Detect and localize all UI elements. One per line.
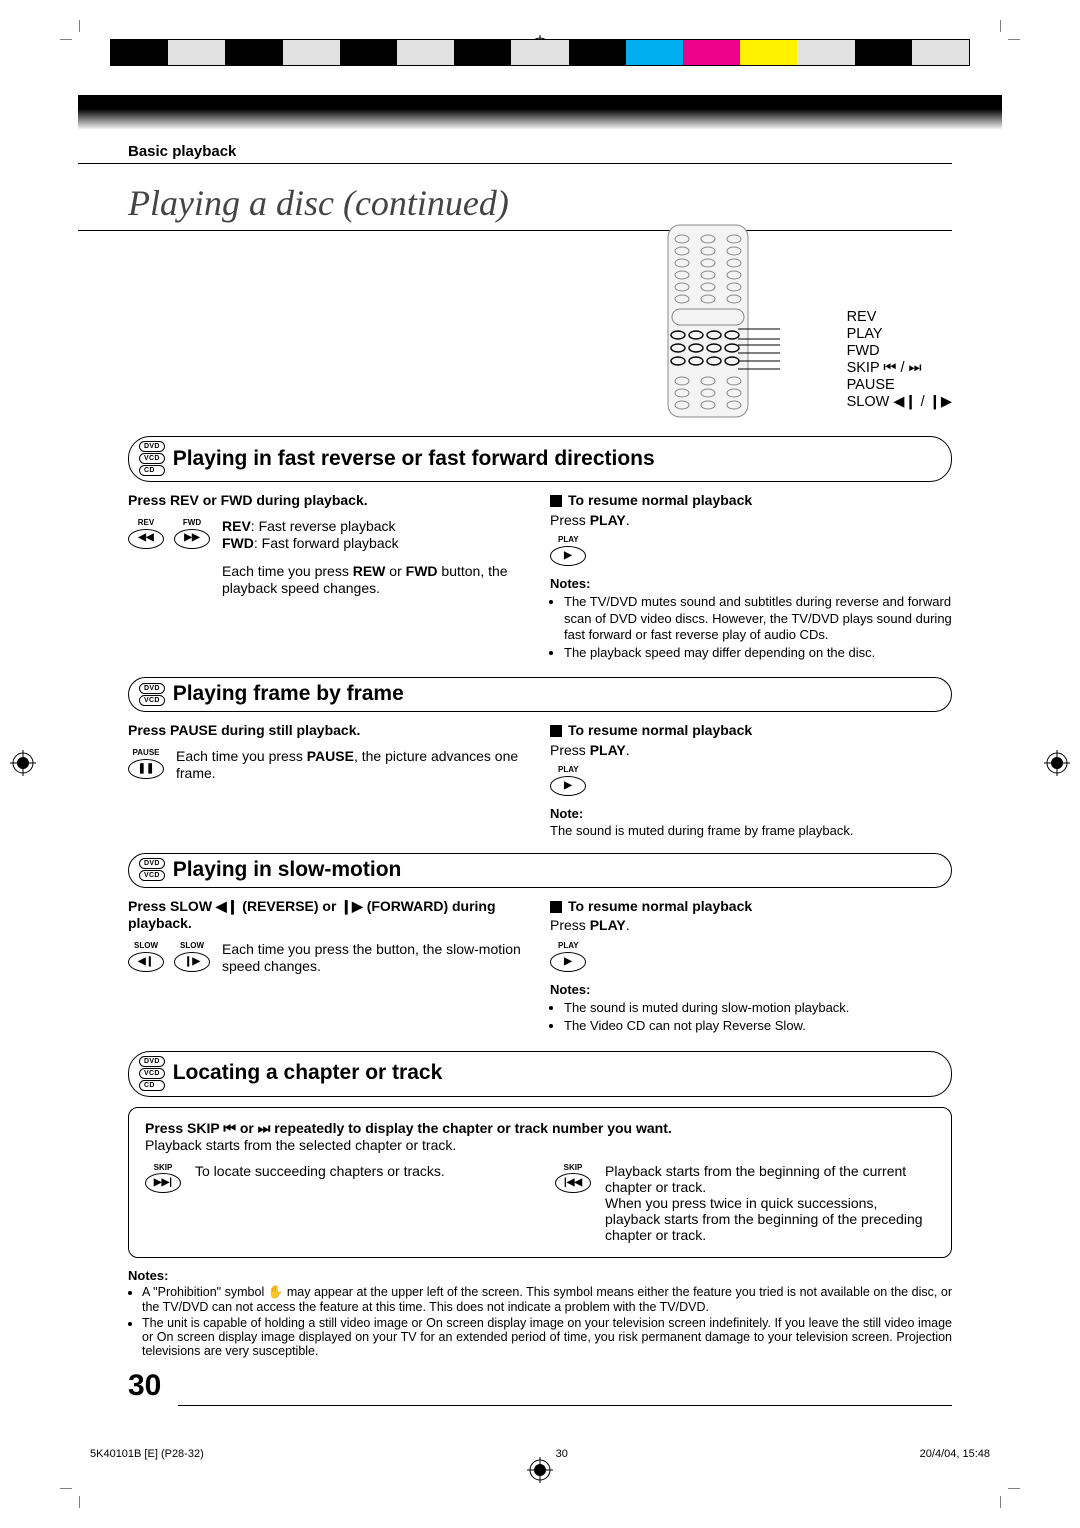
registration-mark-icon — [527, 1457, 553, 1483]
registration-mark-icon — [1044, 750, 1070, 776]
play-button-icon: PLAY ▶ — [550, 765, 952, 796]
badge-cd: CD — [139, 1080, 165, 1091]
section-title: Locating a chapter or track — [173, 1061, 443, 1085]
badge-cd: CD — [139, 465, 165, 476]
section-heading-framebyframe: DVD VCD Playing frame by frame — [128, 677, 952, 712]
print-footer-mid: 30 — [556, 1448, 568, 1460]
section-heading-locating: DVD VCD CD Locating a chapter or track — [128, 1051, 952, 1097]
badge-vcd: VCD — [139, 453, 165, 464]
note-item: A "Prohibition" symbol ✋ may appear at t… — [142, 1285, 952, 1314]
instruction-text: Each time you press the button, the slow… — [222, 941, 530, 976]
remote-label-fwd: FWD — [847, 343, 952, 360]
resume-title: To resume normal playback — [568, 898, 752, 916]
fwd-button-icon: FWD▶▶ — [174, 518, 210, 598]
remote-icon — [660, 221, 780, 421]
section-label: Basic playback — [78, 95, 952, 164]
resume-title: To resume normal playback — [568, 722, 752, 740]
resume-title: To resume normal playback — [568, 492, 752, 510]
section-heading-fastrevfwd: DVD VCD CD Playing in fast reverse or fa… — [128, 436, 952, 482]
slow-rev-button-icon: SLOW◀❙ — [128, 941, 164, 976]
note-item: The TV/DVD mutes sound and subtitles dur… — [564, 594, 952, 643]
instruction-text: Playback starts from the selected chapte… — [145, 1137, 935, 1153]
registration-mark-icon — [10, 750, 36, 776]
badge-dvd: DVD — [139, 683, 165, 694]
remote-label-rev: REV — [847, 309, 952, 326]
badge-vcd: VCD — [139, 1068, 165, 1079]
print-footer-right: 20/4/04, 15:48 — [920, 1448, 990, 1460]
page-number: 30 — [78, 1369, 161, 1403]
rev-button-icon: REV◀◀ — [128, 518, 164, 598]
skip-back-description: When you press twice in quick succession… — [605, 1195, 935, 1243]
instruction-title: Press SLOW ◀❙ (REVERSE) or ❙▶ (FORWARD) … — [128, 898, 530, 933]
remote-label-play: PLAY — [847, 326, 952, 343]
badge-dvd: DVD — [139, 441, 165, 452]
skip-back-button-icon: SKIP|◀◀ — [555, 1163, 591, 1243]
section-title: Playing in slow-motion — [173, 858, 402, 882]
instruction-title: Press PAUSE during still playback. — [128, 722, 530, 740]
section-heading-slowmotion: DVD VCD Playing in slow-motion — [128, 853, 952, 888]
remote-label-slow: SLOW ◀❙ / ❙▶ — [847, 394, 952, 411]
badge-dvd: DVD — [139, 858, 165, 869]
pause-button-icon: PAUSE❚❚ — [128, 748, 164, 783]
skip-fwd-description: To locate succeeding chapters or tracks. — [195, 1163, 445, 1243]
remote-label-skip: SKIP ⏮ / ⏭ — [847, 360, 952, 377]
instruction-title: Press SKIP ⏮ or ⏭ repeatedly to display … — [145, 1120, 935, 1137]
notes-label: Notes: — [550, 576, 952, 592]
remote-diagram: REV PLAY FWD SKIP ⏮ / ⏭ PAUSE SLOW ◀❙ / … — [652, 211, 952, 421]
slow-fwd-button-icon: SLOW❙▶ — [174, 941, 210, 976]
section-title: Playing in fast reverse or fast forward … — [173, 447, 655, 471]
note-item: The playback speed may differ depending … — [564, 645, 952, 661]
section-title: Playing frame by frame — [173, 682, 404, 706]
skip-back-description: Playback starts from the beginning of th… — [605, 1163, 935, 1195]
note-item: The sound is muted during frame by frame… — [550, 823, 952, 839]
badge-vcd: VCD — [139, 870, 165, 881]
play-button-icon: PLAY ▶ — [550, 941, 952, 972]
badge-vcd: VCD — [139, 695, 165, 706]
note-item: The unit is capable of holding a still v… — [142, 1316, 952, 1358]
print-footer-left: 5K40101B [E] (P28-32) — [90, 1448, 204, 1460]
locating-box: Press SKIP ⏮ or ⏭ repeatedly to display … — [128, 1107, 952, 1258]
notes-label: Notes: — [128, 1268, 952, 1283]
page-number-rule — [178, 1405, 952, 1406]
note-item: The Video CD can not play Reverse Slow. — [564, 1018, 952, 1034]
badge-dvd: DVD — [139, 1056, 165, 1067]
instruction-title: Press REV or FWD during playback. — [128, 492, 530, 510]
remote-label-pause: PAUSE — [847, 377, 952, 394]
notes-label: Notes: — [550, 982, 952, 998]
skip-fwd-button-icon: SKIP▶▶| — [145, 1163, 181, 1243]
notes-label: Note: — [550, 806, 952, 822]
color-calibration-bar — [110, 39, 970, 66]
play-button-icon: PLAY ▶ — [550, 535, 952, 566]
note-item: The sound is muted during slow-motion pl… — [564, 1000, 952, 1016]
